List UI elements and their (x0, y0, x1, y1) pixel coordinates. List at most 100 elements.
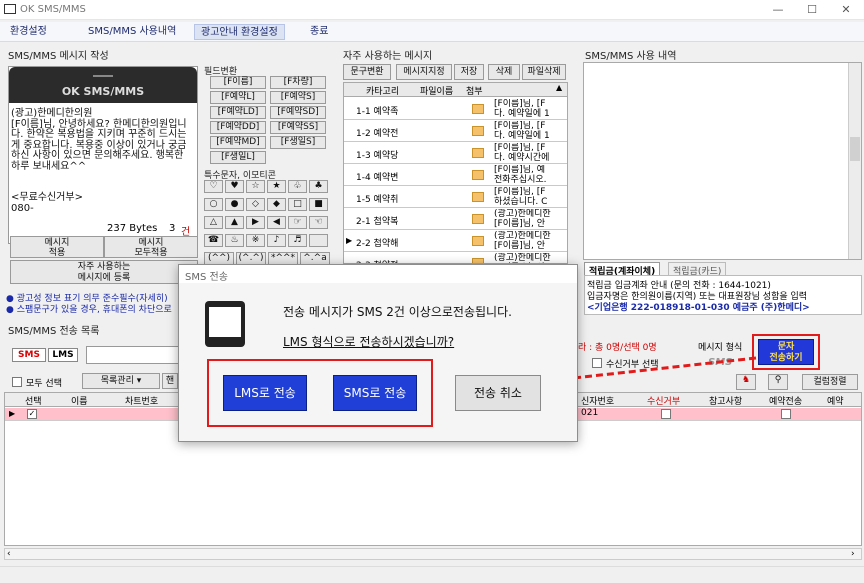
scroll-thumb[interactable] (850, 137, 860, 161)
dialog-title: SMS 전송 (179, 265, 577, 283)
col-attach: 첨부 (466, 87, 483, 97)
folder-icon[interactable] (472, 126, 484, 136)
symbol-button[interactable]: □ (288, 198, 307, 211)
symbol-button[interactable]: ♡ (204, 180, 223, 193)
symbol-button[interactable]: ☞ (288, 216, 307, 229)
folder-icon[interactable] (472, 170, 484, 180)
symbol-button[interactable]: ★ (267, 180, 286, 193)
phone-label: OK SMS/MMS (61, 85, 145, 98)
field-button[interactable]: [F예약SD] (270, 106, 326, 119)
list-item[interactable]: 1-2 예약전 [F이름]님, [F 다. 예약일에 1 (344, 120, 567, 142)
folder-icon[interactable] (472, 104, 484, 114)
symbol-button[interactable]: △ (204, 216, 223, 229)
history-scrollbar[interactable] (848, 63, 861, 259)
message-textarea[interactable]: (광고)한메디한의원 [F이름]님, 안녕하세요? 한메디한의원입니다. 한약은… (11, 108, 195, 172)
select-all-checkbox[interactable] (12, 377, 22, 387)
list-item[interactable]: 2-2 첩약해 (광고)한메디한 [F이름]님, 안 ▶ (344, 230, 567, 252)
maximize-icon[interactable]: ☐ (802, 2, 822, 18)
symbol-button[interactable]: ■ (309, 198, 328, 211)
phone-manage-button[interactable]: 핸 (162, 373, 178, 389)
convert-button[interactable]: 문구변환 (343, 64, 391, 80)
apply-all-button[interactable]: 메시지 모두적용 (104, 236, 198, 258)
list-item[interactable]: 2-1 첩약복 (광고)한메디한 [F이름]님, 안 (344, 208, 567, 230)
row-pointer-icon: ▶ (9, 409, 16, 418)
symbol-button[interactable]: ● (225, 198, 244, 211)
menu-ad-settings[interactable]: 광고안내 환경설정 (194, 24, 285, 40)
scroll-left-icon[interactable]: ‹ (7, 549, 11, 559)
scroll-up-icon[interactable]: ▲ (556, 83, 562, 92)
symbol-button[interactable]: ♧ (288, 180, 307, 193)
delete-file-button[interactable]: 파일삭제 (522, 64, 566, 80)
symbol-button[interactable]: ☆ (246, 180, 265, 193)
set-message-button[interactable]: 메시지지정 (396, 64, 452, 80)
lms-tag[interactable]: LMS (48, 348, 78, 362)
horizontal-scrollbar[interactable]: ‹ › (4, 548, 862, 560)
symbol-button[interactable]: ♣ (309, 180, 328, 193)
symbol-button[interactable]: ◇ (246, 198, 265, 211)
apply-message-button[interactable]: 메시지 적용 (10, 236, 104, 258)
symbol-button[interactable] (309, 234, 328, 247)
symbol-button[interactable]: ♨ (225, 234, 244, 247)
row-reserve-checkbox[interactable] (781, 409, 791, 419)
history-panel (583, 62, 862, 260)
list-manage-button[interactable]: 목록관리 ▾ (82, 373, 160, 389)
menu-exit[interactable]: 종료 (304, 24, 334, 40)
menu-settings[interactable]: 환경설정 (4, 24, 53, 40)
row-category: 2-2 첩약해 (356, 239, 399, 249)
sms-tag[interactable]: SMS (12, 348, 46, 362)
send-text-button[interactable]: 문자 전송하기 (758, 339, 814, 365)
row-category: 1-3 예약당 (356, 151, 399, 161)
list-item[interactable]: 2-3 첩약전(광고)한메디한 [F이름]님, 안 (344, 252, 567, 263)
list-item[interactable]: 1-4 예약변 [F이름]님, 예 전화주십시오. (344, 164, 567, 186)
search-icon[interactable]: ⚲ (768, 374, 788, 390)
folder-icon[interactable] (472, 214, 484, 224)
list-item[interactable]: 1-5 예약취 [F이름]님, [F 하셨습니다. C (344, 186, 567, 208)
field-button[interactable]: [F예약S] (270, 91, 326, 104)
symbol-button[interactable]: ◆ (267, 198, 286, 211)
symbol-button[interactable]: ♬ (288, 234, 307, 247)
field-button[interactable]: [F예약LD] (210, 106, 266, 119)
folder-icon[interactable] (472, 192, 484, 202)
col-reserve-send: 예약전송 (769, 397, 803, 407)
col-select: 선택 (25, 397, 42, 407)
symbol-button[interactable]: ▶ (246, 216, 265, 229)
field-button[interactable]: [F예약MD] (210, 136, 266, 149)
row-optout-checkbox[interactable] (661, 409, 671, 419)
delete-button[interactable]: 삭제 (488, 64, 520, 80)
list-item[interactable]: 1-1 예약족 [F이름]님, [F 다. 예약일에 1 (344, 98, 567, 120)
scroll-right-icon[interactable]: › (851, 549, 855, 559)
field-button[interactable]: [F생일L] (210, 151, 266, 164)
sms-send-dialog: SMS 전송 전송 메시지가 SMS 2건 이상으로전송됩니다. LMS 형식으… (178, 264, 578, 442)
row-checkbox[interactable]: ✓ (27, 409, 37, 419)
folder-icon[interactable] (472, 236, 484, 246)
row-category: 1-1 예약족 (356, 107, 399, 117)
speaker-icon (93, 75, 113, 77)
send-sms-button[interactable]: SMS로 전송 (333, 375, 417, 411)
symbol-button[interactable]: ♪ (267, 234, 286, 247)
folder-icon[interactable] (472, 148, 484, 158)
menu-sms-history[interactable]: SMS/MMS 사용내역 (82, 24, 182, 40)
field-button[interactable]: [F생일S] (270, 136, 326, 149)
symbol-button[interactable]: ○ (204, 198, 223, 211)
cancel-send-button[interactable]: 전송 취소 (455, 375, 541, 411)
field-button[interactable]: [F이름] (210, 76, 266, 89)
close-icon[interactable]: ✕ (836, 2, 856, 18)
symbol-button[interactable]: ◀ (267, 216, 286, 229)
field-button[interactable]: [F차량] (270, 76, 326, 89)
search-input[interactable] (86, 346, 182, 364)
column-sort-button[interactable]: 컬럼정렬 (802, 374, 858, 390)
send-lms-button[interactable]: LMS로 전송 (223, 375, 307, 411)
symbol-button[interactable]: ♥ (225, 180, 244, 193)
symbol-button[interactable]: ☎ (204, 234, 223, 247)
field-button[interactable]: [F예약SS] (270, 121, 326, 134)
save-button[interactable]: 저장 (454, 64, 484, 80)
symbol-button[interactable]: ※ (246, 234, 265, 247)
minimize-icon[interactable]: — (768, 2, 788, 18)
field-button[interactable]: [F예약DD] (210, 121, 266, 134)
register-frequent-button[interactable]: 자주 사용하는 메시지에 등록 (10, 260, 198, 284)
symbol-button[interactable]: ▲ (225, 216, 244, 229)
symbol-button[interactable]: ☜ (309, 216, 328, 229)
list-manage-label: 목록관리 (100, 376, 134, 386)
list-item[interactable]: 1-3 예약당 [F이름]님, [F 다. 예약시간에 (344, 142, 567, 164)
field-button[interactable]: [F예약L] (210, 91, 266, 104)
